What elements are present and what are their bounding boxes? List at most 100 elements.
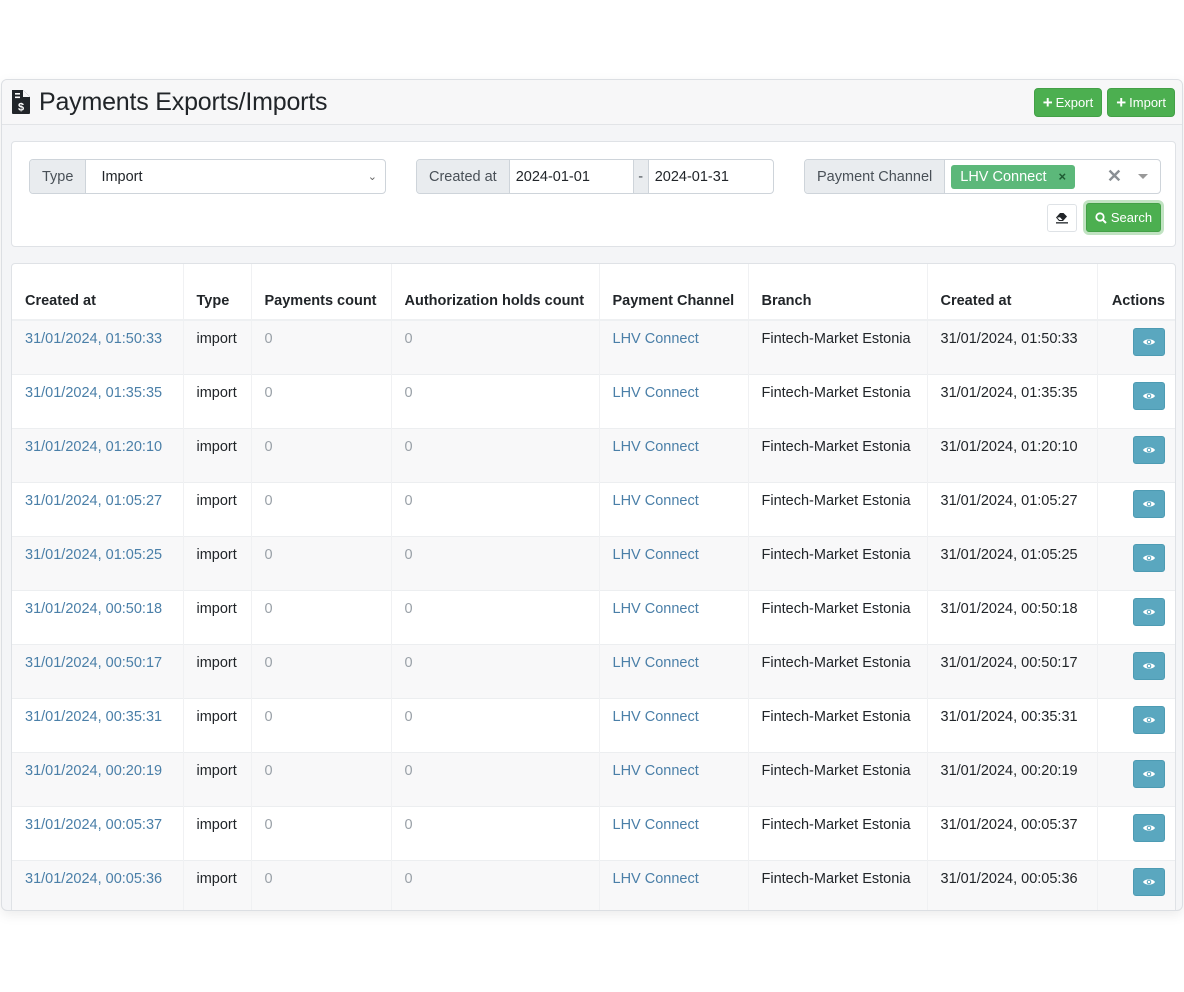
cell-payment-channel: LHV Connect [599,319,749,374]
view-button[interactable] [1133,381,1165,410]
date-from-input[interactable]: 2024-01-01 [510,160,633,193]
header-actions: + Export + Import [1033,87,1175,117]
column-header-created-at-link[interactable]: Created at [12,264,184,321]
cell-payments-count: 0 [251,373,392,428]
cell-payment-channel: LHV Connect [599,373,749,428]
cell-branch: Fintech-Market Estonia [748,805,928,860]
table-row: 31/01/2024, 01:50:33 import 0 0 LHV Conn… [12,319,1175,374]
payment-channel-link[interactable]: LHV Connect [613,331,699,347]
record-link[interactable]: 31/01/2024, 01:50:33 [25,331,162,347]
cell-authorization-holds-count: 0 [391,427,600,482]
export-button[interactable]: + Export [1033,87,1103,117]
table-row: 31/01/2024, 01:05:27 import 0 0 LHV Conn… [12,481,1175,536]
table-row: 31/01/2024, 00:20:19 import 0 0 LHV Conn… [12,751,1175,806]
cell-created-at: 31/01/2024, 00:05:36 [927,859,1098,910]
record-link[interactable]: 31/01/2024, 00:05:36 [25,871,162,887]
column-header-authorization-holds-count[interactable]: Authorization holds count [391,264,600,321]
cell-payments-count: 0 [251,805,392,860]
table-row: 31/01/2024, 01:35:35 import 0 0 LHV Conn… [12,373,1175,428]
results-table-panel: Created at Type Payments count Authoriza… [11,263,1176,910]
payment-channel-link[interactable]: LHV Connect [613,493,699,509]
eye-icon [1143,392,1155,399]
view-button[interactable] [1133,328,1165,356]
search-button[interactable]: Search [1086,203,1161,232]
cell-payment-channel: LHV Connect [599,805,749,860]
view-button[interactable] [1133,597,1165,626]
cell-type: import [183,643,252,698]
cell-payments-count: 0 [251,535,392,590]
record-link[interactable]: 31/01/2024, 01:05:25 [25,547,162,563]
record-link[interactable]: 31/01/2024, 00:20:19 [25,763,162,779]
clear-selection-icon[interactable]: ✕ [1107,166,1122,187]
cell-payment-channel: LHV Connect [599,427,749,482]
cell-type: import [183,427,252,482]
record-link[interactable]: 31/01/2024, 00:05:37 [25,817,162,833]
column-header-payment-channel[interactable]: Payment Channel [599,264,749,321]
column-header-created-at[interactable]: Created at [927,264,1098,321]
cell-branch: Fintech-Market Estonia [748,697,928,752]
cell-created-link: 31/01/2024, 01:20:10 [12,427,184,482]
clear-filters-button[interactable] [1047,204,1077,232]
selected-channel-tag-label: LHV Connect [960,168,1047,185]
record-link[interactable]: 31/01/2024, 01:20:10 [25,439,162,455]
payment-channel-link[interactable]: LHV Connect [613,547,699,563]
view-button[interactable] [1133,705,1165,734]
record-link[interactable]: 31/01/2024, 00:50:17 [25,655,162,671]
cell-type: import [183,859,252,910]
cell-actions [1097,697,1175,752]
caret-down-icon[interactable] [1138,174,1148,179]
cell-branch: Fintech-Market Estonia [748,643,928,698]
search-label: Search [1110,210,1153,225]
cell-branch: Fintech-Market Estonia [748,751,928,806]
search-icon [1095,211,1107,224]
cell-created-link: 31/01/2024, 00:35:31 [12,697,184,752]
payment-channel-link[interactable]: LHV Connect [613,385,699,401]
payment-channel-link[interactable]: LHV Connect [613,817,699,833]
cell-type: import [183,373,252,428]
eraser-icon [1056,213,1068,224]
cell-actions [1097,805,1175,860]
created-at-filter-label: Created at [417,160,510,193]
payment-channel-link[interactable]: LHV Connect [613,439,699,455]
view-button[interactable] [1133,543,1165,572]
payment-channel-link[interactable]: LHV Connect [613,709,699,725]
cell-created-at: 31/01/2024, 00:50:17 [927,643,1098,698]
cell-authorization-holds-count: 0 [391,373,600,428]
results-table: Created at Type Payments count Authoriza… [12,264,1175,910]
import-button[interactable]: + Import [1107,87,1175,117]
cell-payment-channel: LHV Connect [599,751,749,806]
payment-channel-link[interactable]: LHV Connect [613,655,699,671]
cell-type: import [183,481,252,536]
view-button[interactable] [1133,651,1165,680]
cell-created-link: 31/01/2024, 00:50:17 [12,643,184,698]
remove-tag-icon[interactable]: × [1059,169,1067,184]
cell-actions [1097,751,1175,806]
payment-channel-link[interactable]: LHV Connect [613,601,699,617]
payment-channel-link[interactable]: LHV Connect [613,871,699,887]
cell-created-link: 31/01/2024, 01:05:27 [12,481,184,536]
cell-actions [1097,643,1175,698]
record-link[interactable]: 31/01/2024, 00:35:31 [25,709,162,725]
column-header-payments-count[interactable]: Payments count [251,264,392,321]
column-header-branch[interactable]: Branch [748,264,928,321]
eye-icon [1143,770,1155,777]
type-select[interactable]: Import ⌄ [86,160,385,193]
view-button[interactable] [1133,759,1165,788]
cell-authorization-holds-count: 0 [391,805,600,860]
view-button[interactable] [1133,813,1165,842]
record-link[interactable]: 31/01/2024, 00:50:18 [25,601,162,617]
payment-channel-link[interactable]: LHV Connect [613,763,699,779]
record-link[interactable]: 31/01/2024, 01:05:27 [25,493,162,509]
record-link[interactable]: 31/01/2024, 01:35:35 [25,385,162,401]
date-to-input[interactable]: 2024-01-31 [649,160,773,193]
cell-authorization-holds-count: 0 [391,643,600,698]
view-button[interactable] [1133,867,1165,896]
export-label: Export [1055,94,1094,110]
column-header-type[interactable]: Type [183,264,252,321]
payments-exports-imports-card: $ Payments Exports/Imports + Export + Im… [1,79,1183,911]
view-button[interactable] [1133,435,1165,464]
view-button[interactable] [1133,489,1165,518]
payment-channel-select[interactable]: LHV Connect × ✕ [945,160,1160,193]
cell-branch: Fintech-Market Estonia [748,535,928,590]
cell-created-link: 31/01/2024, 00:20:19 [12,751,184,806]
